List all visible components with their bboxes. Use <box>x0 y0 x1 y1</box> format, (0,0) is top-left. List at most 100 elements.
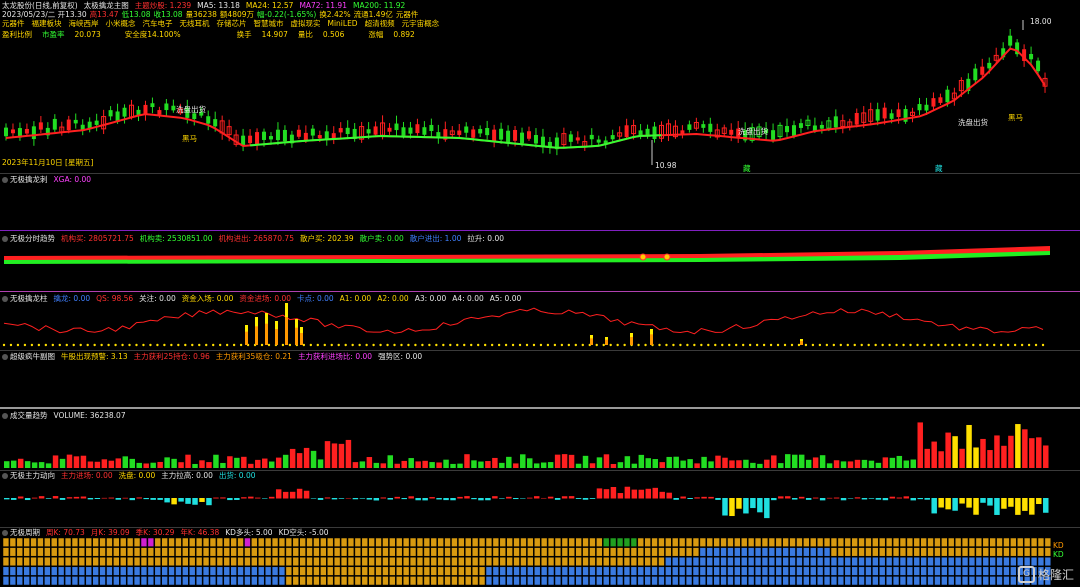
volume-bar <box>729 460 735 468</box>
panel-menu-icon[interactable] <box>2 354 8 360</box>
volume-bar <box>185 454 191 468</box>
force-bar <box>275 489 282 499</box>
cycle-cell <box>582 547 589 557</box>
candle-body <box>506 130 511 143</box>
baseline-dot <box>916 343 919 347</box>
panel-title[interactable]: 无极擒龙刺 <box>2 175 48 185</box>
cycle-cell <box>747 547 755 557</box>
volume-bar <box>289 448 296 468</box>
cycle-cell <box>147 576 155 586</box>
volume-bar <box>513 463 519 468</box>
cycle-cell <box>796 556 803 567</box>
baseline-dot <box>267 343 271 347</box>
volume-chart[interactable] <box>0 418 1080 470</box>
force-bar <box>255 497 261 499</box>
cycle-cell <box>64 576 72 586</box>
cycle-grid-chart[interactable] <box>0 538 1080 587</box>
force-bar <box>840 498 847 501</box>
volume-bar <box>129 458 135 468</box>
cycle-cell <box>485 576 493 586</box>
cycle-cell <box>803 538 810 547</box>
cycle-cell <box>154 547 161 557</box>
main-force-chart[interactable] <box>0 480 1080 526</box>
cycle-cell <box>609 556 617 567</box>
cycle-cell <box>168 576 175 586</box>
cycle-cell <box>672 547 679 557</box>
force-bar <box>73 496 80 499</box>
volume-bar <box>812 457 819 468</box>
baseline-dot <box>986 343 989 347</box>
candle-body <box>73 119 78 124</box>
cycle-cell <box>92 556 99 567</box>
baseline-dot <box>1013 343 1017 347</box>
candle-body <box>310 128 315 136</box>
panel-title[interactable]: 超级疯牛副图 <box>2 352 55 362</box>
candle-body <box>275 129 280 141</box>
cycle-cell <box>347 566 355 576</box>
baseline-dot <box>797 343 801 347</box>
cycle-cell <box>458 556 465 567</box>
baseline-dot <box>999 343 1003 347</box>
baseline-dot <box>421 343 424 347</box>
cycle-cell <box>568 556 575 567</box>
cycle-cell <box>865 556 872 567</box>
cycle-cell <box>195 566 203 576</box>
cycle-cell <box>396 556 403 567</box>
price-low-label: 10.98 <box>655 161 677 170</box>
force-bar <box>178 498 184 502</box>
candle-body <box>262 131 267 140</box>
panel-menu-icon[interactable] <box>2 530 8 536</box>
force-bar <box>764 498 770 519</box>
candle-body <box>66 119 71 131</box>
cycle-cell <box>720 556 727 567</box>
volume-bar <box>980 438 986 468</box>
cycle-cell <box>782 576 789 586</box>
dragon-column-chart[interactable] <box>0 300 1080 350</box>
candle-body <box>882 107 887 119</box>
cycle-cell <box>803 566 810 576</box>
baseline-dot <box>400 343 403 347</box>
cycle-cell <box>920 566 927 576</box>
baseline-dot <box>93 343 96 347</box>
cycle-cell <box>499 576 506 586</box>
volume-bar <box>268 461 275 468</box>
panel-menu-icon[interactable] <box>2 473 8 479</box>
candle-body <box>1036 60 1041 72</box>
force-bar <box>373 498 380 501</box>
trend-band-chart[interactable] <box>0 240 1080 268</box>
cycle-cell <box>175 547 182 557</box>
cycle-cell <box>589 566 596 576</box>
candle-body <box>366 129 371 134</box>
cycle-cell <box>306 547 313 557</box>
cycle-cell <box>64 547 72 557</box>
cycle-cell <box>1003 566 1010 576</box>
panel-menu-icon[interactable] <box>2 177 8 183</box>
cycle-cell <box>106 566 113 576</box>
cycle-cell <box>527 556 534 567</box>
volume-bar <box>966 424 972 468</box>
panel-title[interactable]: 无极周期 <box>2 528 40 538</box>
force-bar <box>282 491 289 499</box>
force-bar <box>987 498 993 506</box>
cycle-cell <box>603 556 610 567</box>
cycle-cell <box>547 566 555 576</box>
baseline-dot <box>560 343 564 347</box>
cycle-cell <box>195 547 203 557</box>
force-bar <box>345 497 352 499</box>
cycle-cell <box>223 538 230 547</box>
volume-bar <box>896 455 903 468</box>
volume-bar <box>1022 429 1028 468</box>
force-bar <box>506 496 512 499</box>
candlestick-chart[interactable] <box>0 0 1080 172</box>
cycle-cell <box>899 556 907 567</box>
cycle-cell <box>920 576 927 586</box>
cycle-cell <box>251 538 258 547</box>
cycle-cell <box>685 566 693 576</box>
cycle-cell <box>99 556 106 567</box>
cycle-cell <box>816 547 824 557</box>
cycle-cell <box>320 556 327 567</box>
cycle-cell <box>561 556 569 567</box>
cycle-cell <box>927 576 934 586</box>
cycle-cell <box>492 538 500 547</box>
baseline-dot <box>414 343 417 347</box>
